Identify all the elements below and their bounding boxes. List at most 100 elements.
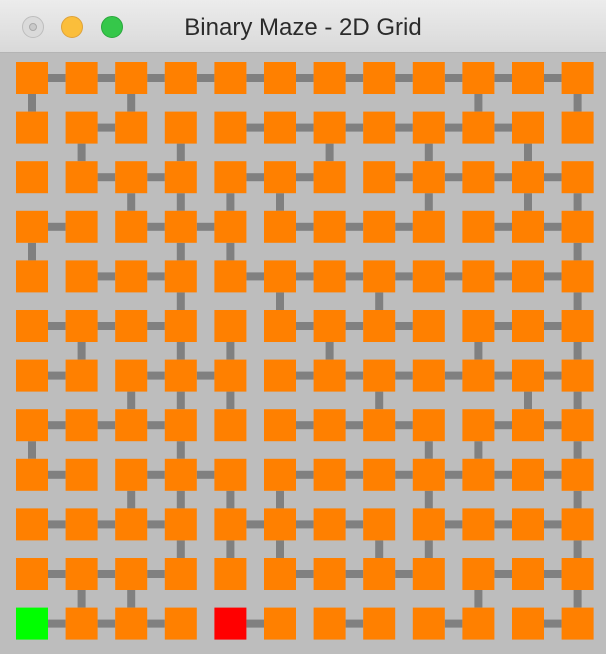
maze-cell xyxy=(412,558,445,590)
passage-vertical xyxy=(176,193,185,211)
passage-horizontal xyxy=(395,470,413,479)
passage-horizontal xyxy=(444,371,463,380)
maze-cell xyxy=(363,260,396,293)
minimize-button[interactable] xyxy=(61,16,83,38)
passage-horizontal xyxy=(48,74,66,82)
zoom-button[interactable] xyxy=(101,16,123,38)
title-bar[interactable]: Binary Maze - 2D Grid xyxy=(0,0,606,53)
maze-cell xyxy=(363,558,396,590)
passage-horizontal xyxy=(246,173,264,182)
maze-cell xyxy=(214,210,247,243)
passage-horizontal xyxy=(444,619,463,628)
maze-cell xyxy=(214,310,247,342)
passage-horizontal xyxy=(97,421,116,430)
maze-canvas xyxy=(16,62,594,640)
passage-vertical xyxy=(176,242,185,261)
maze-cell xyxy=(65,558,98,590)
maze-cell xyxy=(462,260,495,293)
maze-cell xyxy=(264,210,296,243)
maze-cell xyxy=(412,210,445,243)
passage-horizontal xyxy=(48,371,66,380)
maze-cell xyxy=(264,310,296,342)
passage-horizontal xyxy=(544,520,562,529)
maze-cell xyxy=(412,310,445,342)
maze-cell xyxy=(561,508,594,541)
maze-cell xyxy=(412,508,445,541)
passage-horizontal xyxy=(345,421,364,430)
passage-horizontal xyxy=(97,520,116,529)
maze-cell xyxy=(561,260,594,293)
maze-cell xyxy=(462,310,495,342)
maze-cell xyxy=(313,310,346,342)
passage-vertical xyxy=(77,590,86,608)
maze-cell xyxy=(313,508,346,541)
passage-horizontal xyxy=(544,222,562,231)
passage-horizontal xyxy=(296,322,314,330)
maze-cell xyxy=(214,409,247,442)
passage-vertical xyxy=(226,342,235,360)
maze-cell xyxy=(561,310,594,342)
passage-horizontal xyxy=(544,470,562,479)
passage-vertical xyxy=(375,391,384,410)
maze-cell xyxy=(462,558,495,590)
maze-cell xyxy=(313,260,346,293)
passage-vertical xyxy=(28,94,36,112)
maze-cell xyxy=(264,161,296,194)
close-button[interactable] xyxy=(22,16,44,38)
passage-vertical xyxy=(474,94,483,112)
maze-cell xyxy=(214,161,247,194)
maze-cell xyxy=(16,458,48,491)
passage-horizontal xyxy=(345,123,364,132)
maze-cell xyxy=(363,210,396,243)
maze-cell xyxy=(313,558,346,590)
maze-cell xyxy=(164,558,197,590)
maze-cell xyxy=(115,508,148,541)
passage-horizontal xyxy=(147,570,165,578)
passage-horizontal xyxy=(97,173,116,182)
passage-vertical xyxy=(325,342,334,360)
maze-cell xyxy=(561,210,594,243)
maze-cell xyxy=(363,310,396,342)
maze-cell xyxy=(363,359,396,392)
passage-horizontal xyxy=(494,123,512,132)
passage-horizontal xyxy=(395,371,413,380)
passage-horizontal xyxy=(196,74,215,82)
maze-cell xyxy=(164,260,197,293)
passage-horizontal xyxy=(296,520,314,529)
maze-cell xyxy=(512,508,544,541)
maze-cell xyxy=(363,161,396,194)
maze-cell xyxy=(164,161,197,194)
passage-horizontal xyxy=(147,371,165,380)
passage-horizontal xyxy=(296,74,314,82)
passage-vertical xyxy=(276,292,284,310)
passage-vertical xyxy=(573,94,582,112)
passage-horizontal xyxy=(246,619,264,628)
passage-vertical xyxy=(176,391,185,410)
passage-vertical xyxy=(424,490,433,509)
passage-vertical xyxy=(573,242,582,261)
maze-cell xyxy=(462,409,495,442)
passage-vertical xyxy=(77,143,86,162)
maze-cell xyxy=(16,508,48,541)
maze-cell xyxy=(313,409,346,442)
maze-cell xyxy=(512,458,544,491)
passage-horizontal xyxy=(494,470,512,479)
maze-cell xyxy=(561,161,594,194)
maze-cell xyxy=(65,607,98,640)
maze-cell xyxy=(363,409,396,442)
passage-vertical xyxy=(226,193,235,211)
maze-cell xyxy=(264,359,296,392)
passage-horizontal xyxy=(147,272,165,281)
passage-horizontal xyxy=(544,570,562,578)
maze-cell xyxy=(164,111,197,144)
maze-cell xyxy=(512,409,544,442)
maze-cell xyxy=(164,409,197,442)
passage-vertical xyxy=(226,490,235,509)
maze-cell xyxy=(363,607,396,640)
maze-cell xyxy=(164,508,197,541)
passage-horizontal xyxy=(494,173,512,182)
maze-cell xyxy=(16,310,48,342)
maze-cell xyxy=(561,409,594,442)
maze-cell xyxy=(214,62,247,94)
passage-vertical xyxy=(276,193,284,211)
